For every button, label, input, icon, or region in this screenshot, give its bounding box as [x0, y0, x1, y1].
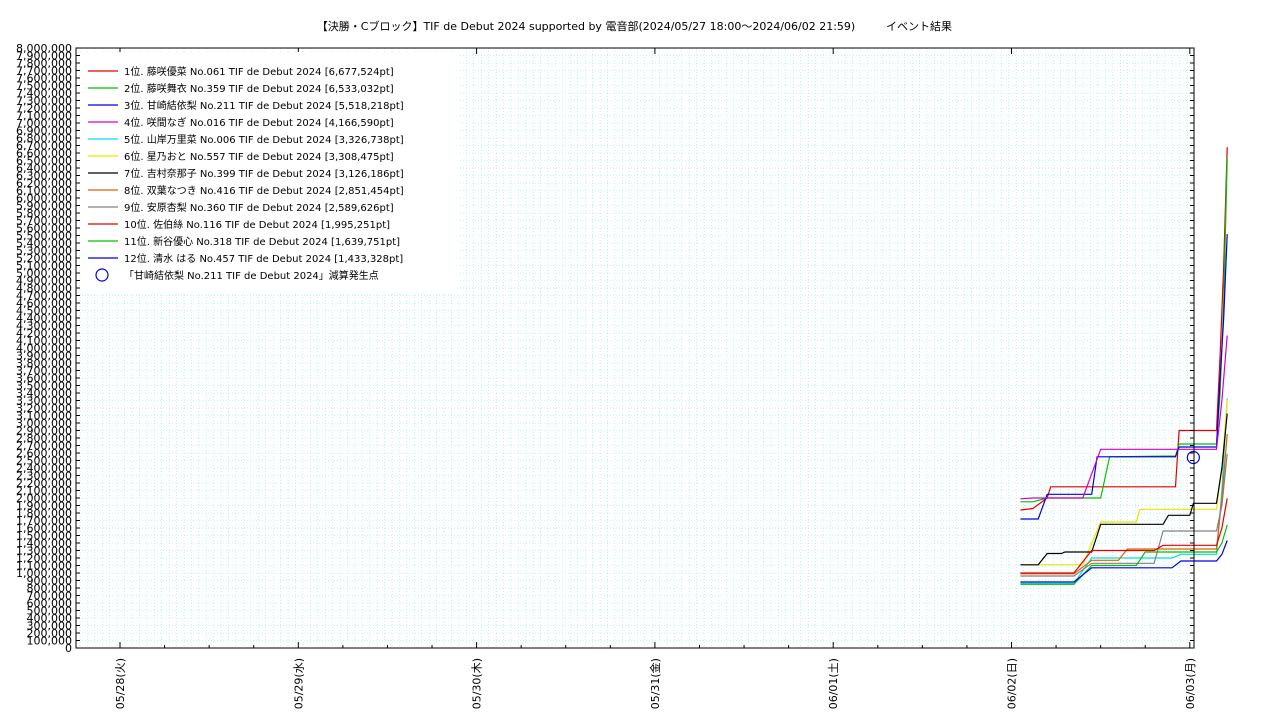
legend-label: 6位. 星乃おと No.557 TIF de Debut 2024 [3,308…: [124, 150, 394, 163]
legend-marker-label: 「甘崎結依梨 No.211 TIF de Debut 2024」減算発生点: [124, 269, 379, 282]
legend-label: 3位. 甘崎結依梨 No.211 TIF de Debut 2024 [5,51…: [124, 99, 404, 112]
x-tick-label: 06/01(土): [827, 658, 840, 709]
x-tick-label: 06/02(日): [1006, 658, 1019, 709]
legend-label: 12位. 清水 はる No.457 TIF de Debut 2024 [1,4…: [124, 252, 403, 265]
legend-label: 7位. 吉村奈那子 No.399 TIF de Debut 2024 [3,12…: [124, 167, 404, 180]
legend-label: 2位. 藤咲舞衣 No.359 TIF de Debut 2024 [6,533…: [124, 82, 394, 95]
legend-label: 5位. 山岸万里菜 No.006 TIF de Debut 2024 [3,32…: [124, 133, 404, 146]
legend-label: 10位. 佐伯絲 No.116 TIF de Debut 2024 [1,995…: [124, 218, 390, 231]
chart-title: 【決勝・Cブロック】TIF de Debut 2024 supported by…: [317, 19, 855, 33]
x-tick-label: 05/31(金): [648, 658, 662, 709]
x-tick-label: 05/29(水): [292, 658, 305, 709]
chart-subtitle: イベント結果: [886, 19, 952, 33]
x-tick-label: 06/03(月): [1184, 658, 1197, 709]
x-tick-label: 05/30(木): [471, 658, 484, 709]
legend-label: 11位. 新谷優心 No.318 TIF de Debut 2024 [1,63…: [124, 235, 400, 248]
legend-label: 9位. 安原杏梨 No.360 TIF de Debut 2024 [2,589…: [124, 201, 394, 214]
legend-label: 1位. 藤咲優菜 No.061 TIF de Debut 2024 [6,677…: [124, 65, 394, 78]
chart: 【決勝・Cブロック】TIF de Debut 2024 supported by…: [0, 0, 1280, 720]
legend-label: 4位. 咲間なぎ No.016 TIF de Debut 2024 [4,166…: [124, 116, 394, 129]
legend-label: 8位. 双葉なつき No.416 TIF de Debut 2024 [2,85…: [124, 184, 404, 197]
x-tick-label: 05/28(火): [114, 658, 127, 709]
y-tick-label: 0: [65, 642, 72, 655]
